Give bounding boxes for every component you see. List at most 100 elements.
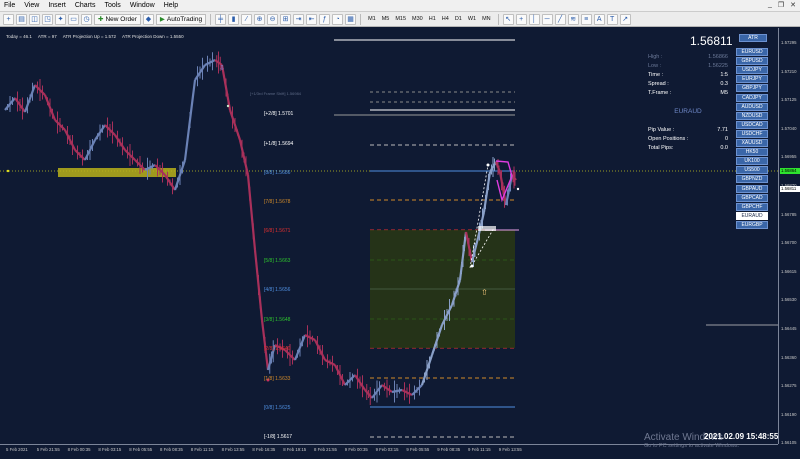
symbol-button-xauusd[interactable]: XAUUSD xyxy=(736,139,768,147)
atr-button[interactable]: ATR xyxy=(739,34,767,42)
price-axis-label: 1.57210 xyxy=(781,68,797,74)
symbol-button-uk100[interactable]: UK100 xyxy=(736,157,768,166)
close-icon[interactable]: ✕ xyxy=(790,1,796,9)
pip-row: Pip Value : 7.71 xyxy=(648,125,728,134)
symbol-button-gbpchf[interactable]: GBPCHF xyxy=(736,202,768,211)
symbol-button-euraud[interactable]: EURAUD xyxy=(736,211,768,220)
tframe-value: M5 xyxy=(720,89,728,96)
timeframe-mn[interactable]: MN xyxy=(479,14,494,24)
navigator-icon[interactable]: ✦ xyxy=(55,13,66,25)
positions-row: Open Positions : 0 xyxy=(648,134,728,143)
projection-point xyxy=(486,163,490,167)
time-axis-label: 9 Feb 03:15 xyxy=(375,447,399,452)
timeframe-m5[interactable]: M5 xyxy=(379,14,393,24)
symbol-button-eurjpy[interactable]: EURJPY xyxy=(736,75,768,84)
murrey-level-label: [+1/8] 1.5694 xyxy=(264,141,294,147)
symbol-button-eurgbp[interactable]: EURGBP xyxy=(736,220,768,229)
menu-charts[interactable]: Charts xyxy=(75,2,96,9)
symbol-button-eurusd[interactable]: EURUSD xyxy=(736,48,768,56)
timeframe-h4[interactable]: H4 xyxy=(439,14,452,24)
profiles-icon[interactable]: ▤ xyxy=(16,13,27,25)
toolbar-separator xyxy=(210,13,212,25)
price-axis-label: 1.56530 xyxy=(781,297,797,303)
price-axis-label: 1.56955 xyxy=(781,154,797,160)
text-icon[interactable]: A xyxy=(593,13,605,25)
price-axis xyxy=(778,28,800,444)
price-callout xyxy=(478,226,496,231)
crosshair-icon[interactable]: + xyxy=(515,13,527,25)
symbol-button-usdjpy[interactable]: USDJPY xyxy=(736,66,768,75)
time-axis-label: 9 Feb 00:35 xyxy=(344,447,368,452)
time-axis-label: 8 Feb 00:35 xyxy=(67,447,91,452)
symbol-button-hk50[interactable]: HK50 xyxy=(736,148,768,157)
price-axis-label: 1.56105 xyxy=(781,440,797,446)
menu-file[interactable]: File xyxy=(4,2,15,9)
projection-down-info: ATR Projection Down = 1.5550 xyxy=(122,34,184,39)
autotrading-button[interactable]: ▶ AutoTrading xyxy=(155,13,207,25)
pip-value: 7.71 xyxy=(717,126,728,133)
down-arrow-marker: ⇩ xyxy=(219,64,225,72)
data-window-icon[interactable]: ◳ xyxy=(42,13,53,25)
symbol-button-gbpjpy[interactable]: GBPJPY xyxy=(736,84,768,93)
market-watch-icon[interactable]: ◫ xyxy=(29,13,40,25)
symbol-button-us500[interactable]: US500 xyxy=(736,166,768,175)
indicators-icon[interactable]: ƒ xyxy=(319,13,331,25)
bar-chart-icon[interactable]: ╪ xyxy=(215,13,227,25)
symbol-button-gbpusd[interactable]: GBPUSD xyxy=(736,57,768,66)
zoom-out-icon[interactable]: ⊖ xyxy=(267,13,279,25)
high-row: High : 1.56866 xyxy=(648,52,728,61)
new-order-button[interactable]: ✚ New Order xyxy=(94,13,141,25)
server-datetime: 2021.02.09 15:48:55 xyxy=(704,432,779,441)
menu-tools[interactable]: Tools xyxy=(104,2,120,9)
timeframe-m15[interactable]: M15 xyxy=(392,14,409,24)
timeframe-m30[interactable]: M30 xyxy=(409,14,426,24)
timeframe-w1[interactable]: W1 xyxy=(465,14,479,24)
menu-help[interactable]: Help xyxy=(164,2,178,9)
autoscroll-icon[interactable]: ⇥ xyxy=(293,13,305,25)
symbol-button-nzdusd[interactable]: NZDUSD xyxy=(736,111,768,120)
info-panel: High : 1.56866 Low : 1.56225 Time : 1:5 Spr… xyxy=(648,52,728,97)
symbol-button-audusd[interactable]: AUDUSD xyxy=(736,102,768,111)
current-point xyxy=(516,187,520,191)
chart-shift-icon[interactable]: ⇤ xyxy=(306,13,318,25)
arrows-icon[interactable]: ↗ xyxy=(619,13,631,25)
cursor-icon[interactable]: ↖ xyxy=(502,13,514,25)
timeframe-m1[interactable]: M1 xyxy=(365,14,379,24)
equidistant-channel-icon[interactable]: ≋ xyxy=(567,13,579,25)
candlestick-icon[interactable]: ▮ xyxy=(228,13,240,25)
restore-icon[interactable]: ❐ xyxy=(778,1,784,9)
menu-bar: File View Insert Charts Tools Window Help _ ❐ … xyxy=(0,0,800,12)
symbol-button-gbpnzd[interactable]: GBPNZD xyxy=(736,175,768,184)
periods-icon[interactable]: ◔ xyxy=(332,13,344,25)
murrey-level-label: [1/8] 1.5633 xyxy=(264,376,291,382)
text-label-icon[interactable]: T xyxy=(606,13,618,25)
symbol-button-cadjpy[interactable]: CADJPY xyxy=(736,93,768,102)
minimize-icon[interactable]: _ xyxy=(768,1,772,9)
spread-label: Spread : xyxy=(648,80,669,87)
symbol-button-usdchf[interactable]: USDCHF xyxy=(736,129,768,138)
timeframe-h1[interactable]: H1 xyxy=(426,14,439,24)
symbol-button-usdcad[interactable]: USDCAD xyxy=(736,120,768,129)
line-chart-icon[interactable]: ⁄ xyxy=(241,13,253,25)
tester-icon[interactable]: ◷ xyxy=(81,13,92,25)
terminal-icon[interactable]: ▭ xyxy=(68,13,79,25)
timeframe-d1[interactable]: D1 xyxy=(452,14,465,24)
metaeditor-icon[interactable]: ◆ xyxy=(142,13,154,25)
fibonacci-icon[interactable]: ≡ xyxy=(580,13,592,25)
symbol-button-gbpaud[interactable]: GBPAUD xyxy=(736,184,768,193)
menu-window[interactable]: Window xyxy=(130,2,155,9)
symbol-button-gbpcad[interactable]: GBPCAD xyxy=(736,193,768,202)
zoom-in-icon[interactable]: ⊕ xyxy=(254,13,266,25)
murrey-level-label: [3/8] 1.5648 xyxy=(264,317,291,323)
trendline-icon[interactable]: ╱ xyxy=(554,13,566,25)
total-value: 0.0 xyxy=(720,144,728,151)
time-axis-label: 5 Feb 2021 xyxy=(6,447,28,452)
new-chart-icon[interactable]: + xyxy=(3,13,14,25)
vertical-line-icon[interactable]: │ xyxy=(528,13,540,25)
templates-icon[interactable]: ▦ xyxy=(345,13,357,25)
menu-view[interactable]: View xyxy=(24,2,39,9)
horizontal-line-icon[interactable]: ─ xyxy=(541,13,553,25)
menu-insert[interactable]: Insert xyxy=(48,2,66,9)
tile-windows-icon[interactable]: ⊞ xyxy=(280,13,292,25)
timeframe-group: M1 M5 M15 M30 H1 H4 D1 W1 MN xyxy=(365,14,494,24)
